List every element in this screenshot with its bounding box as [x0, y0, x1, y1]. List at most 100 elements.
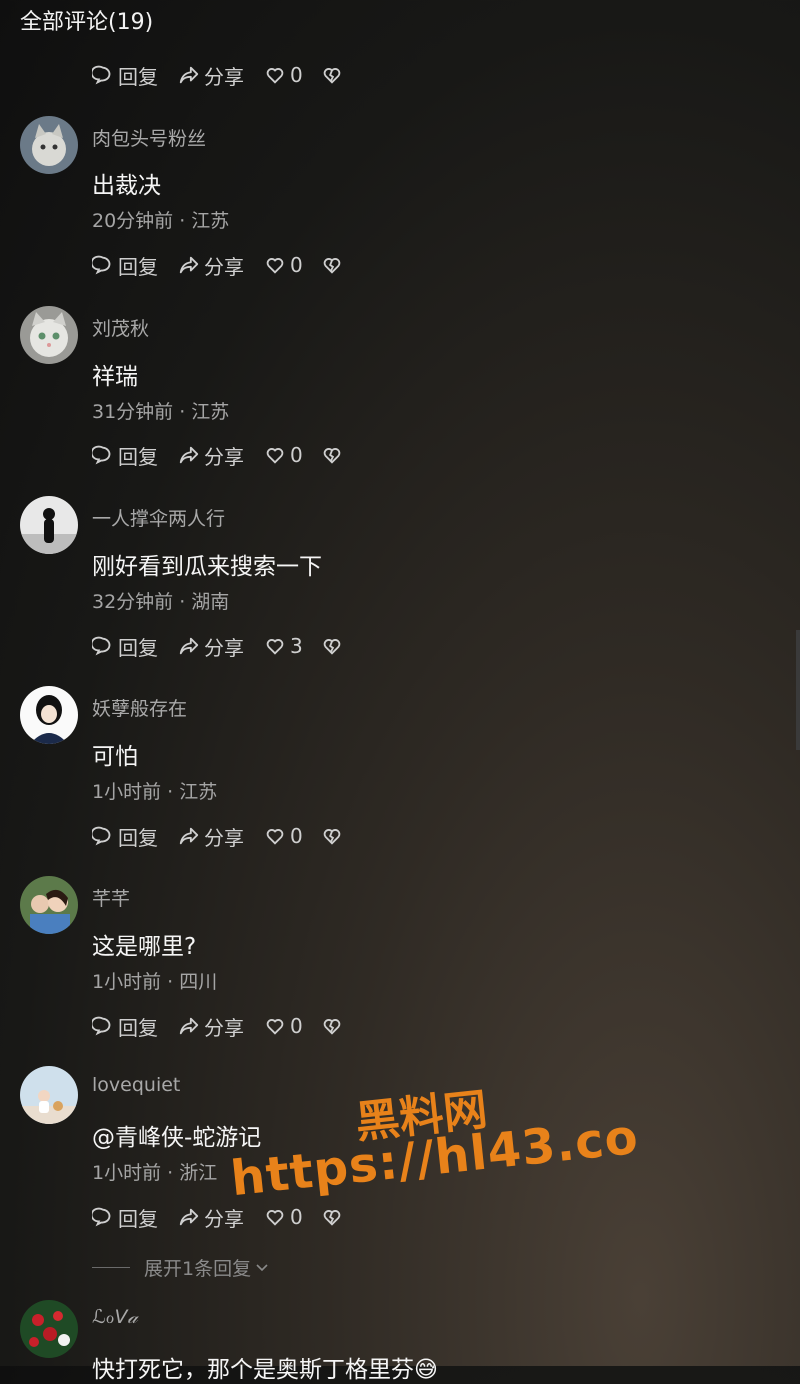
- broken-heart-icon: [323, 829, 341, 845]
- avatar[interactable]: [20, 1066, 78, 1124]
- photo-avatar-icon: [20, 876, 78, 934]
- comment-actions: 回复 分享 0: [92, 1011, 367, 1041]
- dislike-button[interactable]: [321, 254, 347, 276]
- reply-button[interactable]: 回复: [92, 61, 158, 90]
- reply-icon: [92, 1016, 111, 1036]
- comment-text: 出裁决: [92, 173, 161, 199]
- comment-meta: 1小时前 · 四川: [92, 971, 218, 993]
- avatar[interactable]: [20, 686, 78, 744]
- dislike-button[interactable]: [321, 1015, 347, 1037]
- comment-meta: 1小时前 · 浙江: [92, 1162, 218, 1184]
- reply-icon: [92, 65, 111, 85]
- broken-heart-icon: [323, 448, 341, 464]
- heart-icon: [266, 448, 284, 464]
- chevron-down-icon: [256, 1263, 268, 1271]
- share-icon: [179, 66, 199, 84]
- heart-icon: [266, 829, 284, 845]
- comment-actions-top: 回复 分享 0: [92, 60, 367, 90]
- silhouette-avatar-icon: [20, 496, 78, 554]
- share-icon: [179, 637, 199, 655]
- heart-icon: [266, 1210, 284, 1226]
- comment-text: @青峰侠-蛇游记: [92, 1125, 262, 1151]
- comment-text: 快打死它，那个是奥斯丁格里芬😅: [92, 1357, 438, 1383]
- share-icon: [179, 827, 199, 845]
- reply-button[interactable]: 回复: [92, 822, 158, 851]
- avatar[interactable]: [20, 1300, 78, 1358]
- broken-heart-icon: [323, 68, 341, 84]
- scrollbar[interactable]: [796, 630, 800, 750]
- reply-button[interactable]: 回复: [92, 251, 158, 280]
- like-button[interactable]: 0: [264, 63, 303, 87]
- like-button[interactable]: 0: [264, 253, 303, 277]
- child-avatar-icon: [20, 1066, 78, 1124]
- share-icon: [179, 446, 199, 464]
- dislike-button[interactable]: [321, 1206, 347, 1228]
- share-icon: [179, 1017, 199, 1035]
- flower-avatar-icon: [20, 1300, 78, 1358]
- heart-icon: [266, 1019, 284, 1035]
- comment-author[interactable]: ℒℴV𝒶: [92, 1306, 138, 1328]
- dislike-button[interactable]: [321, 64, 347, 86]
- like-button[interactable]: 0: [264, 1014, 303, 1038]
- share-icon: [179, 256, 199, 274]
- share-button[interactable]: 分享: [178, 61, 244, 90]
- share-button[interactable]: 分享: [178, 1012, 244, 1041]
- avatar[interactable]: [20, 306, 78, 364]
- reply-button[interactable]: 回复: [92, 1012, 158, 1041]
- cat-avatar-icon: [20, 306, 78, 364]
- comment-meta: 31分钟前 · 江苏: [92, 401, 230, 423]
- comments-title: 全部评论(19): [20, 10, 154, 35]
- comment-author[interactable]: lovequiet: [92, 1074, 180, 1096]
- reply-icon: [92, 636, 111, 656]
- comment-actions: 回复 分享 0: [92, 250, 367, 280]
- avatar[interactable]: [20, 876, 78, 934]
- heart-icon: [266, 639, 284, 655]
- comment-actions: 回复 分享 0: [92, 440, 367, 470]
- cat-avatar-icon: [20, 116, 78, 174]
- avatar[interactable]: [20, 496, 78, 554]
- reply-icon: [92, 445, 111, 465]
- comment-text: 祥瑞: [92, 364, 138, 390]
- cartoon-avatar-icon: [20, 686, 78, 744]
- comment-meta: 1小时前 · 江苏: [92, 781, 218, 803]
- share-button[interactable]: 分享: [178, 822, 244, 851]
- reply-icon: [92, 1207, 111, 1227]
- comment-text: 刚好看到瓜来搜索一下: [92, 554, 322, 580]
- comment-actions: 回复 分享 0: [92, 1202, 367, 1232]
- reply-button[interactable]: 回复: [92, 441, 158, 470]
- share-button[interactable]: 分享: [178, 441, 244, 470]
- comment-author[interactable]: 芊芊: [92, 884, 130, 911]
- reply-icon: [92, 826, 111, 846]
- broken-heart-icon: [323, 1210, 341, 1226]
- expand-replies-button[interactable]: 展开1条回复: [92, 1254, 269, 1281]
- broken-heart-icon: [323, 639, 341, 655]
- reply-button[interactable]: 回复: [92, 632, 158, 661]
- avatar[interactable]: [20, 116, 78, 174]
- comment-meta: 20分钟前 · 江苏: [92, 210, 230, 232]
- comment-text: 可怕: [92, 744, 138, 770]
- comment-actions: 回复 分享 0: [92, 821, 367, 851]
- comment-author[interactable]: 肉包头号粉丝: [92, 124, 206, 151]
- heart-icon: [266, 68, 284, 84]
- comment-text: 这是哪里?: [92, 934, 197, 960]
- like-button[interactable]: 0: [264, 443, 303, 467]
- reply-icon: [92, 255, 111, 275]
- comment-meta: 32分钟前 · 湖南: [92, 591, 230, 613]
- broken-heart-icon: [323, 258, 341, 274]
- comment-actions: 回复 分享 3: [92, 631, 367, 661]
- heart-icon: [266, 258, 284, 274]
- like-button[interactable]: 3: [264, 634, 303, 658]
- broken-heart-icon: [323, 1019, 341, 1035]
- share-button[interactable]: 分享: [178, 632, 244, 661]
- dislike-button[interactable]: [321, 444, 347, 466]
- comment-author[interactable]: 妖孽般存在: [92, 694, 187, 721]
- dislike-button[interactable]: [321, 635, 347, 657]
- dislike-button[interactable]: [321, 825, 347, 847]
- share-button[interactable]: 分享: [178, 251, 244, 280]
- comment-author[interactable]: 刘茂秋: [92, 314, 149, 341]
- like-button[interactable]: 0: [264, 1205, 303, 1229]
- like-button[interactable]: 0: [264, 824, 303, 848]
- divider: [92, 1267, 130, 1268]
- comment-author[interactable]: 一人撑伞两人行: [92, 504, 225, 531]
- reply-button[interactable]: 回复: [92, 1203, 158, 1232]
